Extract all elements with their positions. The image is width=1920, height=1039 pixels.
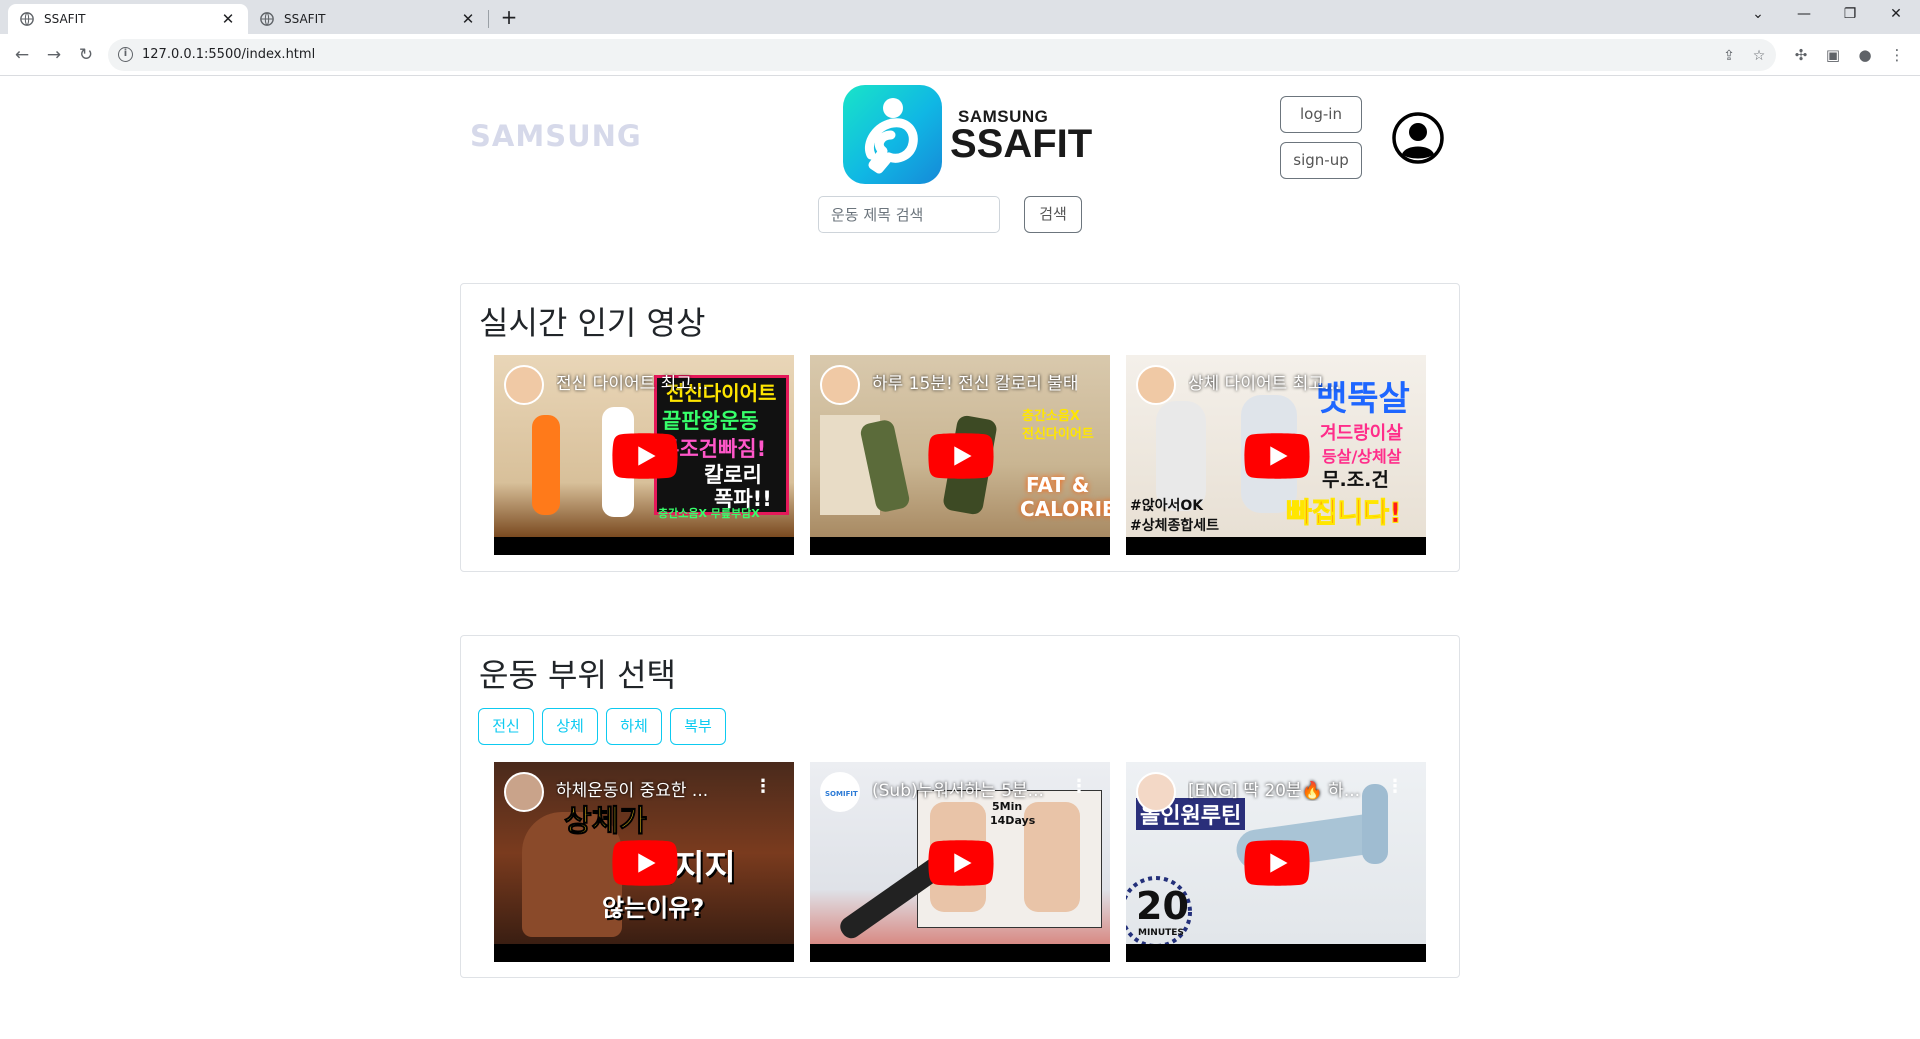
part-button-full-body[interactable]: 전신 xyxy=(478,708,534,745)
tab-separator xyxy=(488,10,489,28)
search-button[interactable]: 검색 xyxy=(1024,196,1082,233)
part-button-abs[interactable]: 복부 xyxy=(670,708,726,745)
channel-avatar xyxy=(504,772,544,812)
youtube-play-icon[interactable] xyxy=(928,433,994,479)
video-title: 하루 15분! 전신 칼로리 불태우는 운동 xyxy=(872,374,1077,394)
tab-title: SSAFIT xyxy=(44,12,86,26)
video-player[interactable]: 5Min 14Days SOMIFIT (Sub)누워서하는 5분... ⋮ xyxy=(810,762,1110,962)
url-text: 127.0.0.1:5500/index.html xyxy=(142,47,316,62)
video-bottom-bar xyxy=(810,944,1110,962)
thumbnail-text: 무.조.건 xyxy=(1322,469,1389,491)
thumbnail-text: 20 xyxy=(1136,884,1189,928)
video-title: 전신 다이어트 최고... xyxy=(556,374,709,394)
youtube-play-icon[interactable] xyxy=(612,433,678,479)
body-part-section-title: 운동 부위 선택 xyxy=(479,656,676,694)
person-figure xyxy=(532,415,560,515)
channel-avatar xyxy=(1136,772,1176,812)
thumbnail-text: 전신다이어트 xyxy=(1022,427,1094,442)
youtube-play-icon[interactable] xyxy=(1244,433,1310,479)
user-profile-icon[interactable] xyxy=(1392,112,1444,164)
video-player[interactable]: 층간소음X 전신다이어트 FAT & CALORIE 하루 15분! 전신 칼로… xyxy=(810,355,1110,555)
popular-section-title: 실시간 인기 영상 xyxy=(479,304,706,342)
runner-icon xyxy=(865,98,918,174)
popular-videos-card: 실시간 인기 영상 전신다이어트 끝판왕운동 무조건빠짐! 칼로리 폭파!! 층… xyxy=(460,283,1460,572)
thumbnail-text: 등살/상체살 xyxy=(1322,447,1402,466)
kebab-menu-icon[interactable]: ⋮ xyxy=(1884,42,1910,68)
thumbnail-text: 않는이유? xyxy=(602,894,705,922)
side-panel-icon[interactable]: ▣ xyxy=(1820,42,1846,68)
info-icon[interactable]: i xyxy=(118,47,133,62)
restore-button[interactable]: ❐ xyxy=(1828,0,1872,30)
video-title: 상체 다이어트 최고... xyxy=(1188,374,1341,394)
thumbnail-text: 층간소음X 무릎부담X xyxy=(658,507,760,520)
thumbnail-text: 상체가 xyxy=(564,804,648,840)
tab-ssafit-inactive[interactable]: SSAFIT ✕ xyxy=(248,4,488,34)
share-icon[interactable]: ⇪ xyxy=(1720,47,1738,65)
thumbnail-text: 층간소음X xyxy=(1022,409,1080,424)
channel-avatar xyxy=(820,365,860,405)
video-bottom-bar xyxy=(494,944,794,962)
channel-avatar-text: SOMIFIT xyxy=(825,790,858,798)
login-button[interactable]: log-in xyxy=(1280,96,1362,133)
reload-icon[interactable]: ↻ xyxy=(73,42,99,68)
more-options-icon[interactable]: ⋮ xyxy=(1386,776,1404,797)
samsung-logo: SAMSUNG xyxy=(470,119,642,153)
video-bottom-bar xyxy=(494,537,794,555)
forward-arrow-icon[interactable]: → xyxy=(41,42,67,68)
globe-icon xyxy=(260,12,274,26)
thumbnail-text: 5Min xyxy=(992,800,1023,813)
address-bar[interactable]: i 127.0.0.1:5500/index.html ⇪ ☆ xyxy=(108,39,1776,71)
youtube-play-icon[interactable] xyxy=(612,840,678,886)
exercise-search-input[interactable] xyxy=(818,196,1000,233)
video-player[interactable]: 상체가 커지지 않는이유? 하체운동이 중요한 ... ⋮ xyxy=(494,762,794,962)
brand-ssafit-label: SSAFIT xyxy=(950,122,1093,166)
youtube-play-icon[interactable] xyxy=(1244,840,1310,886)
bookmark-star-icon[interactable]: ☆ xyxy=(1750,47,1768,65)
minimize-button[interactable]: — xyxy=(1782,0,1826,30)
video-bottom-bar xyxy=(810,537,1110,555)
profile-account-icon[interactable]: ● xyxy=(1852,42,1878,68)
part-button-lower-body[interactable]: 하체 xyxy=(606,708,662,745)
thumbnail-text: 빠집니다! xyxy=(1286,496,1403,530)
signup-button[interactable]: sign-up xyxy=(1280,142,1362,179)
video-player[interactable]: 올인원루틴 20 MINUTES [ENG] 딱 20분🔥 하... ⋮ xyxy=(1126,762,1426,962)
thumbnail-text: 겨드랑이살 xyxy=(1320,423,1403,444)
more-options-icon[interactable]: ⋮ xyxy=(754,776,772,797)
globe-icon xyxy=(20,12,34,26)
browser-tab-bar: SSAFIT ✕ SSAFIT ✕ + ⌄ — ❐ ✕ xyxy=(0,0,1920,34)
video-bottom-bar xyxy=(1126,537,1426,555)
tab-title: SSAFIT xyxy=(284,12,326,26)
thumbnail-text: #상체종합세트 xyxy=(1130,518,1220,534)
video-title: (Sub)누워서하는 5분... xyxy=(872,781,1044,801)
close-window-button[interactable]: ✕ xyxy=(1874,0,1918,30)
tab-search-chevron-icon[interactable]: ⌄ xyxy=(1736,0,1780,30)
video-player[interactable]: 뱃뚝살 겨드랑이살 등살/상체살 무.조.건 빠집니다! #앉아서OK #상체종… xyxy=(1126,355,1426,555)
thumbnail-text: CALORIE xyxy=(1020,497,1110,521)
thumbnail-text: #앉아서OK xyxy=(1130,498,1204,514)
video-title: [ENG] 딱 20분🔥 하... xyxy=(1188,781,1361,801)
part-button-upper-body[interactable]: 상체 xyxy=(542,708,598,745)
new-tab-button[interactable]: + xyxy=(496,5,522,31)
video-title: 하체운동이 중요한 ... xyxy=(556,781,709,801)
thumbnail-text: FAT & xyxy=(1026,473,1090,497)
extensions-puzzle-icon[interactable]: ✣ xyxy=(1788,42,1814,68)
channel-avatar xyxy=(504,365,544,405)
more-options-icon[interactable]: ⋮ xyxy=(1070,776,1088,797)
thumbnail-text: MINUTES xyxy=(1138,928,1184,938)
thumbnail-text: 끝판왕운동 xyxy=(662,409,759,433)
video-player[interactable]: 전신다이어트 끝판왕운동 무조건빠짐! 칼로리 폭파!! 층간소음X 무릎부담X… xyxy=(494,355,794,555)
page-content: SAMSUNG SAMSUNG SSAFIT log-in sign-up 검색… xyxy=(0,77,1920,1039)
ssafit-app-icon xyxy=(843,85,942,184)
thumbnail-text: 14Days xyxy=(990,814,1036,827)
browser-toolbar: ← → ↻ i 127.0.0.1:5500/index.html ⇪ ☆ ✣ … xyxy=(0,34,1920,76)
close-tab-icon[interactable]: ✕ xyxy=(220,10,236,28)
channel-avatar xyxy=(1136,365,1176,405)
tab-ssafit-active[interactable]: SSAFIT ✕ xyxy=(8,4,248,34)
youtube-play-icon[interactable] xyxy=(928,840,994,886)
close-tab-icon[interactable]: ✕ xyxy=(460,10,476,28)
body-part-card: 운동 부위 선택 전신 상체 하체 복부 상체가 커지지 않는이유? 하체운동이… xyxy=(460,635,1460,978)
video-bottom-bar xyxy=(1126,944,1426,962)
back-arrow-icon[interactable]: ← xyxy=(9,42,35,68)
